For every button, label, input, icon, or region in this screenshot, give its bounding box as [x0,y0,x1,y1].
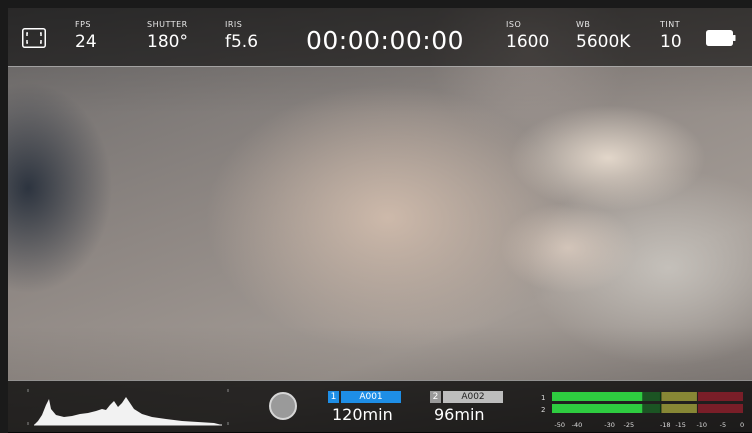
meter-channel-label: 1 [541,394,545,402]
tint-value: 10 [660,32,682,52]
iso-value: 1600 [506,32,550,52]
bottom-status-bar: 1 A001 120min 2 A002 96min 1 2 -50 -40 -30 -2… [8,380,752,433]
wb-value: 5600K [576,32,631,52]
iso-label: ISO [506,20,522,29]
meter-scale-label: -30 [604,421,615,429]
meter-scale-label: -25 [623,421,634,429]
audio-meters[interactable]: 1 2 -50 -40 -30 -25 -18 -15 -10 -5 0 [538,389,748,429]
fps-value: 24 [75,32,97,52]
meter-level-bar [552,392,643,401]
meter-scale-label: -18 [660,421,671,429]
meter-segment [697,404,743,413]
iris-value: f5.6 [225,32,259,52]
timecode: 00:00:00:00 [306,26,465,55]
fps-label: FPS [75,20,92,29]
fullscreen-icon[interactable] [22,28,46,48]
clip-name: A001 [341,391,401,403]
tint-label: TINT [660,20,681,29]
meter-scale-label: -5 [720,421,726,429]
remaining-time: 120min [332,405,393,424]
clip-name: A002 [443,391,503,403]
camera-viewfinder-image [8,8,752,432]
record-button[interactable] [269,392,297,420]
meter-segment [661,392,697,401]
meter-scale-label: -10 [696,421,707,429]
meter-level-bar [552,404,643,413]
media-slot-2[interactable]: 2 A002 96min [430,391,503,427]
media-slot-1[interactable]: 1 A001 120min [328,391,401,427]
meter-scale-label: -15 [675,421,686,429]
battery-icon[interactable] [706,30,736,46]
slot-number: 2 [430,391,441,403]
iris-label: IRIS [225,20,243,29]
wb-label: WB [576,20,591,29]
meter-scale-label: -40 [572,421,583,429]
meter-channel-label: 2 [541,406,545,414]
meter-scale-label: 0 [740,421,744,429]
meter-segment [697,392,743,401]
meter-scale-label: -50 [554,421,565,429]
audio-meter-graphic: 12-50 -40 -30 -25 -18 -15 -10 -5 0 [541,392,744,429]
shutter-value: 180° [147,32,188,52]
remaining-time: 96min [434,405,485,424]
meter-segment [661,404,697,413]
top-status-bar: FPS 24 SHUTTER 180° IRIS f5.6 00:00:00:0… [8,8,752,67]
shutter-label: SHUTTER [147,20,188,29]
histogram[interactable] [26,387,230,427]
slot-number: 1 [328,391,339,403]
